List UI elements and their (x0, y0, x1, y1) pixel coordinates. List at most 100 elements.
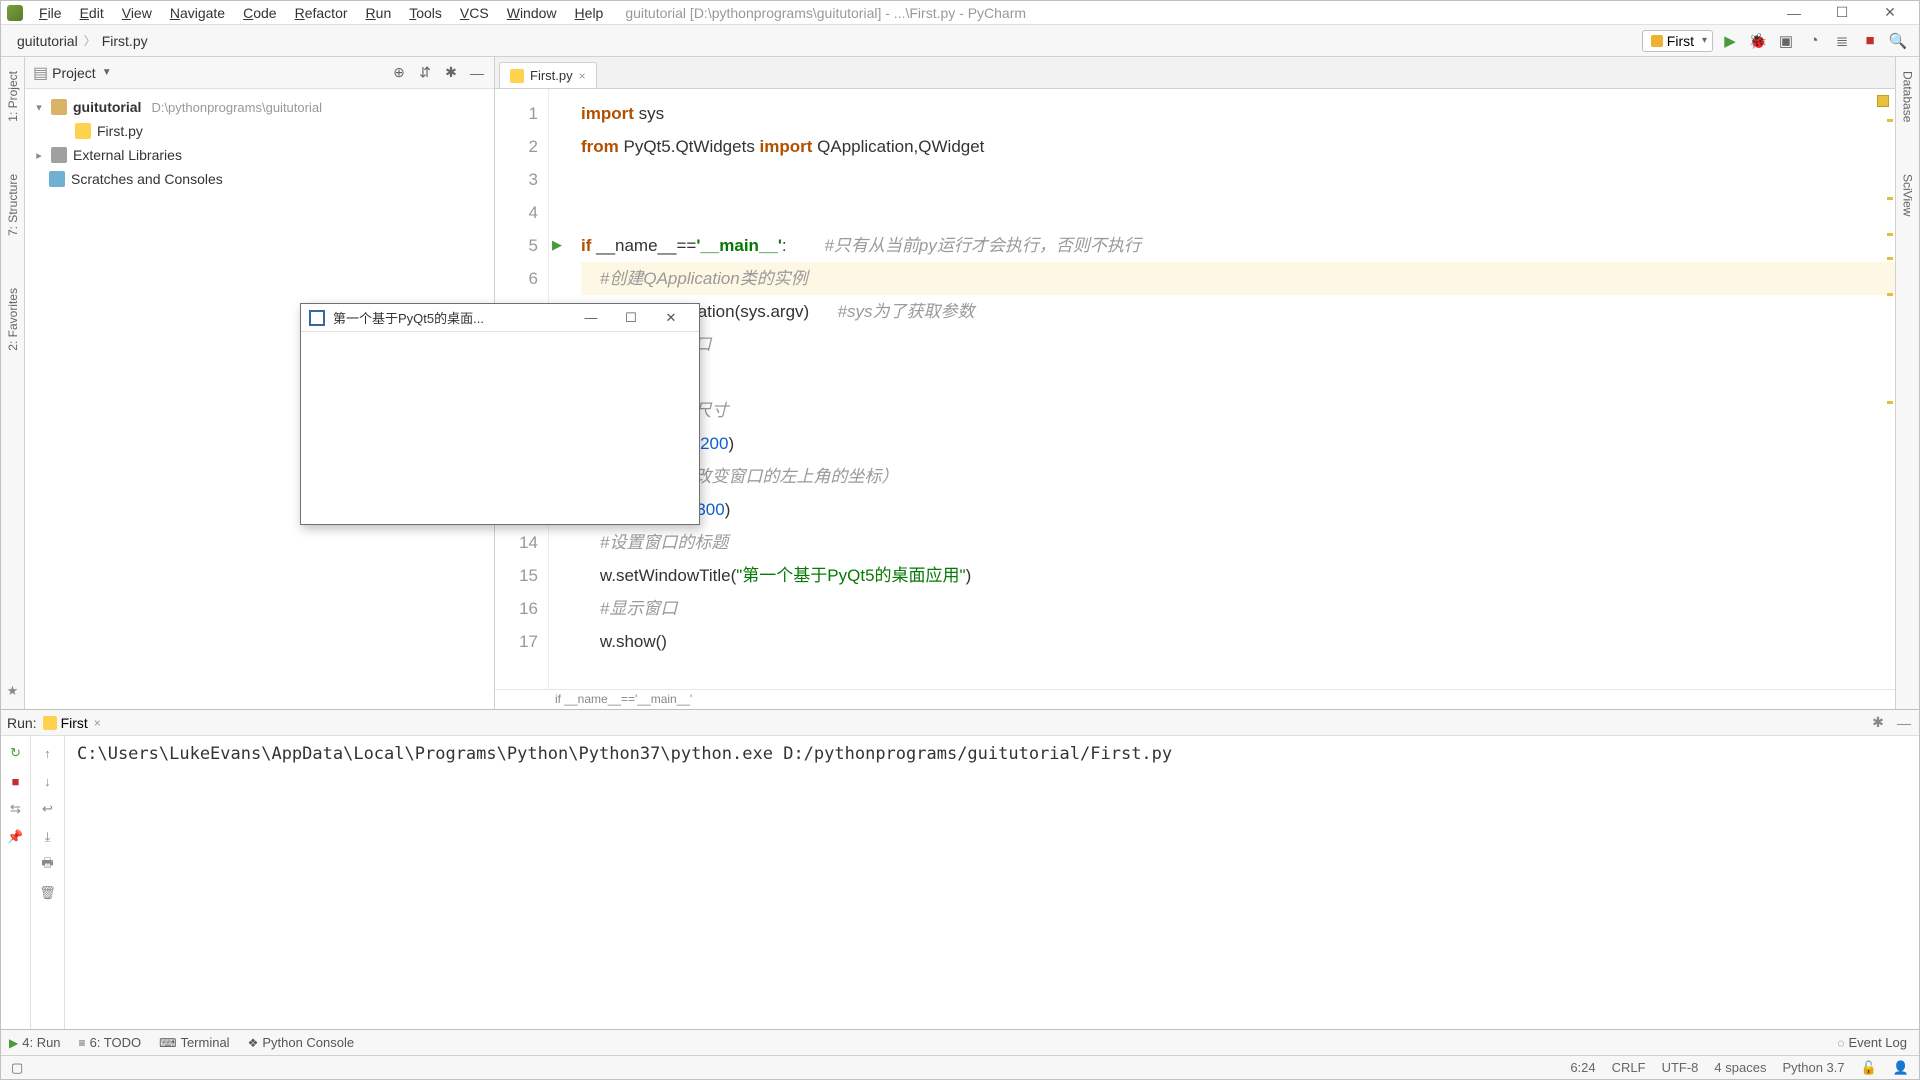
attach-button[interactable]: ≣ (1831, 30, 1853, 52)
scratches-label: Scratches and Consoles (71, 171, 223, 187)
breadcrumb[interactable]: guitutorial (11, 31, 84, 51)
editor-breadcrumb[interactable]: if __name__=='__main__' (495, 689, 1895, 709)
menu-edit[interactable]: Edit (72, 3, 112, 23)
hide-panel-button[interactable]: — (1895, 714, 1913, 732)
tree-file[interactable]: First.py (29, 119, 490, 143)
clear-button[interactable]: 🗑 (38, 884, 58, 902)
run-mid-toolbar: ↑ ↓ ↩ ⤓ 🖶 🗑 (31, 736, 65, 1029)
scratches[interactable]: Scratches and Consoles (29, 167, 490, 191)
search-everywhere-button[interactable]: 🔍 (1887, 30, 1909, 52)
tab-first-py[interactable]: First.py × (499, 62, 597, 88)
scroll-end-button[interactable]: ⤓ (38, 828, 58, 846)
run-tool-window: Run: First × ✱ — ↻ ■ ⇆ 📌 ↑ ↓ ↩ ⤓ (1, 709, 1919, 1029)
python-icon (1651, 35, 1663, 47)
chevron-down-icon[interactable]: ▾ (33, 101, 45, 114)
library-icon (51, 147, 67, 163)
up-stack-button[interactable]: ↑ (38, 744, 58, 762)
run-tool-button[interactable]: ▶4: Run (9, 1035, 61, 1050)
folder-icon: ▤ (33, 63, 48, 83)
hide-button[interactable]: — (468, 64, 486, 82)
pycharm-window: FileEditViewNavigateCodeRefactorRunTools… (0, 0, 1920, 1080)
maximize-button[interactable]: ☐ (1819, 2, 1865, 24)
code-area[interactable]: import sysfrom PyQt5.QtWidgets import QA… (571, 89, 1895, 689)
locate-button[interactable]: ⊕ (390, 64, 408, 82)
down-stack-button[interactable]: ↓ (38, 772, 58, 790)
profile-button[interactable]: ◔ (1803, 30, 1825, 52)
menu-navigate[interactable]: Navigate (162, 3, 233, 23)
python-icon (43, 716, 57, 730)
indent-info[interactable]: 4 spaces (1714, 1060, 1766, 1075)
expand-all-button[interactable]: ⇵ (416, 64, 434, 82)
close-tab-icon[interactable]: × (579, 69, 586, 83)
pycharm-icon (7, 5, 23, 21)
menu-help[interactable]: Help (567, 3, 612, 23)
tree-root[interactable]: ▾ guitutorial D:\pythonprograms\guitutor… (29, 95, 490, 119)
menu-file[interactable]: File (31, 3, 70, 23)
run-config-selector[interactable]: First (1642, 30, 1713, 52)
status-menu-icon[interactable]: ▢ (11, 1060, 23, 1076)
project-tool-button[interactable]: 1: Project (6, 65, 20, 128)
menu-vcs[interactable]: VCS (452, 3, 497, 23)
run-body: ↻ ■ ⇆ 📌 ↑ ↓ ↩ ⤓ 🖶 🗑 C:\Users\LukeEvans\A… (1, 736, 1919, 1029)
pin-button[interactable]: 📌 (7, 828, 25, 846)
debug-button[interactable]: 🐞 (1747, 30, 1769, 52)
run-coverage-button[interactable]: ▣ (1775, 30, 1797, 52)
close-button[interactable]: ✕ (1867, 2, 1913, 24)
qt-titlebar[interactable]: 第一个基于PyQt5的桌面... — ☐ ✕ (301, 304, 699, 332)
project-root-name: guitutorial (73, 99, 141, 115)
qt-window-icon (309, 310, 325, 326)
menu-tools[interactable]: Tools (401, 3, 450, 23)
rerun-button[interactable]: ↻ (7, 744, 25, 762)
stop-process-button[interactable]: ■ (7, 772, 25, 790)
run-current-config[interactable]: First (43, 715, 88, 731)
menu-refactor[interactable]: Refactor (287, 3, 356, 23)
window-controls: — ☐ ✕ (1771, 2, 1913, 24)
event-log-button[interactable]: ◌Event Log (1837, 1035, 1907, 1050)
project-header: ▤ Project ▼ ⊕ ⇵ ✱ — (25, 57, 494, 89)
editor-body[interactable]: 1234567891011121314151617 ▶ import sysfr… (495, 89, 1895, 689)
lock-icon[interactable]: 🔓 (1861, 1060, 1877, 1076)
titlebar: FileEditViewNavigateCodeRefactorRunTools… (1, 1, 1919, 25)
sciview-tool-button[interactable]: SciView (1901, 168, 1915, 222)
menu-run[interactable]: Run (358, 3, 400, 23)
soft-wrap-button[interactable]: ↩ (38, 800, 58, 818)
todo-tool-button[interactable]: ≡6: TODO (79, 1035, 142, 1050)
error-stripe[interactable] (1885, 89, 1893, 689)
caret-position[interactable]: 6:24 (1570, 1060, 1595, 1075)
terminal-tool-button[interactable]: ⌨Terminal (159, 1035, 229, 1050)
line-separator[interactable]: CRLF (1612, 1060, 1646, 1075)
menu-code[interactable]: Code (235, 3, 284, 23)
run-console-output[interactable]: C:\Users\LukeEvans\AppData\Local\Program… (65, 736, 1919, 1029)
menu-window[interactable]: Window (499, 3, 565, 23)
qt-minimize-button[interactable]: — (571, 310, 611, 325)
bookmark-icon: ★ (7, 683, 19, 699)
chevron-right-icon[interactable]: ▸ (33, 149, 45, 162)
breadcrumb[interactable]: First.py (96, 31, 154, 51)
database-tool-button[interactable]: Database (1901, 65, 1915, 128)
qt-maximize-button[interactable]: ☐ (611, 310, 651, 326)
file-encoding[interactable]: UTF-8 (1662, 1060, 1699, 1075)
favorites-tool-button[interactable]: 2: Favorites (6, 282, 20, 357)
stop-button[interactable]: ■ (1859, 30, 1881, 52)
external-libraries[interactable]: ▸ External Libraries (29, 143, 490, 167)
chevron-down-icon[interactable]: ▼ (102, 67, 112, 78)
menu-view[interactable]: View (114, 3, 160, 23)
status-bar: ▢ 6:24 CRLF UTF-8 4 spaces Python 3.7 🔓 … (1, 1055, 1919, 1079)
qt-app-window[interactable]: 第一个基于PyQt5的桌面... — ☐ ✕ (300, 303, 700, 525)
close-tab-icon[interactable]: × (94, 716, 101, 730)
run-line-icon[interactable]: ▶ (552, 237, 562, 253)
print-button[interactable]: 🖶 (38, 856, 58, 874)
main-menu: FileEditViewNavigateCodeRefactorRunTools… (31, 3, 611, 23)
settings-button[interactable]: ✱ (442, 64, 460, 82)
hector-icon[interactable]: 👤 (1893, 1060, 1909, 1076)
gear-icon[interactable]: ✱ (1869, 714, 1887, 732)
python-console-button[interactable]: ❖Python Console (248, 1035, 355, 1050)
external-libraries-label: External Libraries (73, 147, 182, 163)
run-button[interactable]: ▶ (1719, 30, 1741, 52)
qt-close-button[interactable]: ✕ (651, 310, 691, 326)
structure-tool-button[interactable]: 7: Structure (6, 168, 20, 242)
right-tool-strip: Database SciView (1895, 57, 1919, 709)
minimize-button[interactable]: — (1771, 2, 1817, 24)
toggle-layout-button[interactable]: ⇆ (7, 800, 25, 818)
python-interpreter[interactable]: Python 3.7 (1782, 1060, 1844, 1075)
